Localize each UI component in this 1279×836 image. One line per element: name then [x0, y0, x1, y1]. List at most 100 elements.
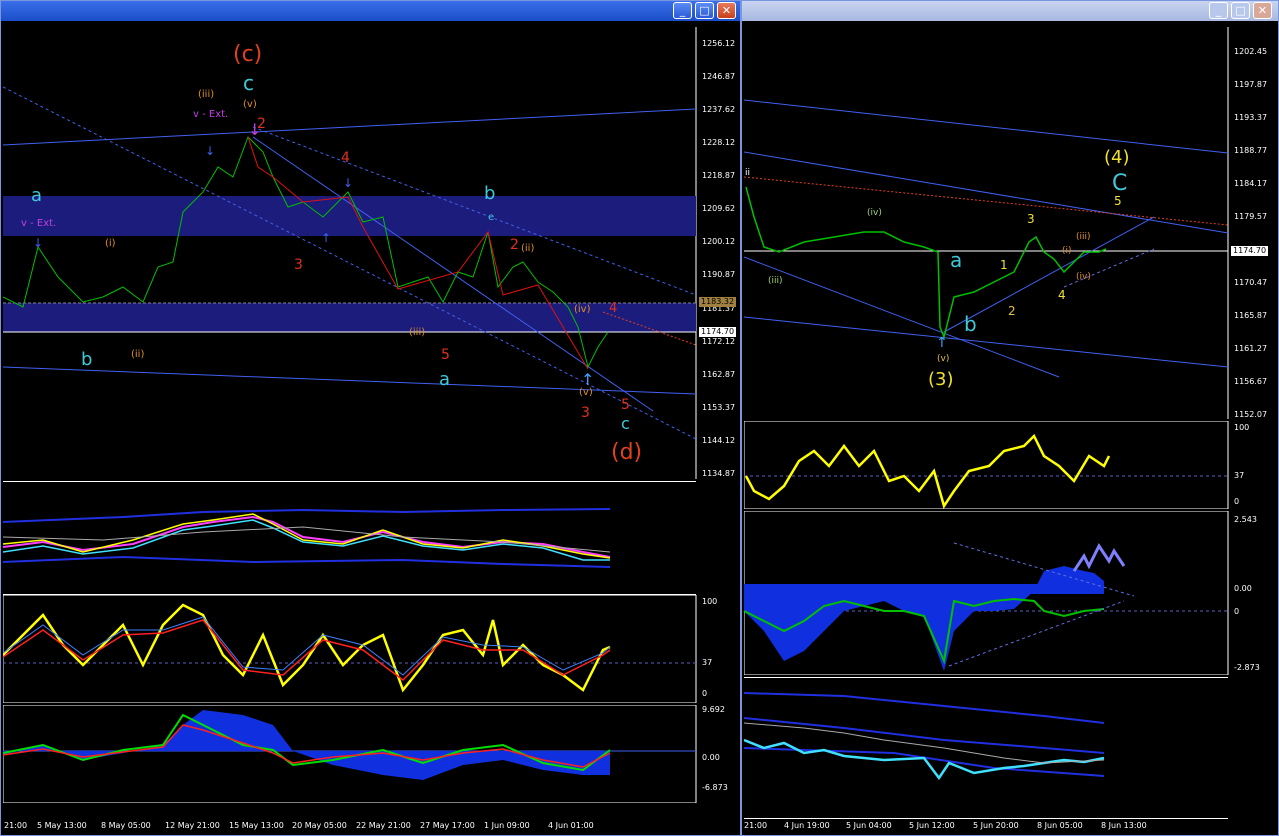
wave-label: (d) [611, 440, 642, 465]
macd-tick: -2.873 [1234, 663, 1260, 672]
wave-label: (iv) [867, 208, 882, 218]
wave-label: a [950, 248, 962, 272]
buy-arrow-icon: ↑ [936, 335, 948, 351]
ma-ribbon-svg [2, 508, 611, 568]
price-tick: 1153.37 [702, 403, 736, 412]
price-tick: 1237.62 [702, 105, 736, 114]
wave-label: 5 [621, 397, 630, 413]
minimize-button[interactable]: _ [1209, 2, 1228, 19]
rsi-tick: 100 [702, 597, 718, 606]
rsi-tick: 0 [702, 689, 708, 698]
time-tick: 15 May 13:00 [229, 821, 284, 830]
wave-label: 5 [1114, 194, 1122, 208]
left-macd-panel[interactable]: 9.692 0.00 -6.873 [2, 704, 739, 804]
left-price-panel[interactable]: ↓ ↑ ↓ ↓ ↑ ↓ (c) c (v) 2 (iii) v - Ext. v… [3, 27, 739, 479]
price-tick: 1179.57 [1234, 212, 1268, 221]
left-rsi-panel[interactable]: 100 37 0 [2, 594, 739, 704]
right-title-bar[interactable]: _ □ ✕ [742, 1, 1278, 21]
time-tick: 5 Jun 04:00 [846, 821, 892, 830]
wave-label: (i) [105, 238, 116, 249]
time-tick: 8 Jun 13:00 [1101, 821, 1147, 830]
left-rsi-svg [2, 594, 697, 704]
wave-label: b [964, 312, 977, 336]
right-ma-panel[interactable] [743, 677, 1228, 819]
left-ma-panel[interactable] [2, 481, 696, 595]
time-tick: 27 May 17:00 [420, 821, 475, 830]
time-tick: 4 Jun 19:00 [784, 821, 830, 830]
maximize-button[interactable]: □ [1231, 2, 1250, 19]
time-tick: 1 Jun 09:00 [484, 821, 530, 830]
close-button[interactable]: ✕ [717, 2, 736, 19]
price-tick: 1184.17 [1234, 179, 1268, 188]
rsi-tick: 100 [1234, 423, 1250, 432]
price-tick: 1172.12 [702, 337, 736, 346]
price-tick: 1200.12 [702, 237, 736, 246]
price-tick: 1246.87 [702, 72, 736, 81]
price-tick: 1152.07 [1234, 410, 1268, 419]
wave-label: v - Ext. [193, 109, 228, 120]
close-button[interactable]: ✕ [1253, 2, 1272, 19]
price-tick: 1209.62 [702, 204, 736, 213]
time-tick: 21:00 [4, 821, 28, 830]
wave-label: (iii) [409, 327, 425, 338]
price-tick: 1144.12 [702, 436, 736, 445]
right-macd-svg [743, 510, 1229, 676]
right-ma-svg [743, 692, 1105, 781]
wave-label: 3 [294, 257, 303, 273]
price-tick: 1165.87 [1234, 311, 1268, 320]
right-rsi-panel[interactable]: 100 37 0 [743, 420, 1278, 510]
price-tick: 1197.87 [1234, 80, 1268, 89]
wave-label: (v) [579, 387, 593, 398]
macd-tick: 2.543 [1234, 515, 1257, 524]
wave-label: (iii) [198, 89, 214, 100]
wave-label: e [488, 212, 494, 223]
price-tick: 1156.67 [1234, 377, 1268, 386]
price-tick: 1202.45 [1234, 47, 1268, 56]
price-tick: 1256.12 [702, 39, 736, 48]
wave-label: ii [745, 168, 750, 178]
time-tick: 5 Jun 12:00 [909, 821, 955, 830]
current-price-marker: 1174.70 [699, 327, 737, 337]
rsi-tick: 0 [1234, 497, 1240, 506]
time-tick: 22 May 21:00 [356, 821, 411, 830]
wave-label: (iii) [768, 276, 783, 286]
resistance-zone [3, 196, 696, 236]
wave-label: (iv) [574, 304, 591, 315]
price-tick: 1170.47 [1234, 278, 1268, 287]
time-tick: 4 Jun 01:00 [548, 821, 594, 830]
wave-label: c [621, 414, 630, 433]
upper-price-marker: 1183.32 [699, 297, 737, 307]
wave-label: (v) [937, 354, 949, 364]
arrow-icon: ↓ [343, 176, 353, 190]
time-tick: 20 May 05:00 [292, 821, 347, 830]
time-tick: 5 May 13:00 [37, 821, 87, 830]
wave-label: 2 [257, 116, 266, 132]
time-tick: 21:00 [744, 821, 768, 830]
wave-label: 4 [1058, 288, 1066, 302]
left-price-svg: ↓ ↑ ↓ ↓ ↑ ↓ (c) c (v) 2 (iii) v - Ext. v… [3, 27, 697, 479]
price-tick: 1218.87 [702, 171, 736, 180]
right-macd-panel[interactable]: 2.543 0.00 0 -2.873 [743, 510, 1278, 676]
support-zone [3, 303, 696, 332]
wave-label: 3 [581, 405, 590, 421]
right-chart-window[interactable]: _ □ ✕ ↑ (4) C 5 3 1 2 4 a b (3) (v) (iv)… [741, 0, 1279, 836]
wave-label: (iv) [1076, 272, 1091, 282]
price-tick: 1193.37 [1234, 113, 1268, 122]
wave-label: 5 [441, 347, 450, 363]
wave-label: (ii) [131, 349, 144, 360]
price-tick: 1162.87 [702, 370, 736, 379]
left-title-bar[interactable]: _ □ ✕ [1, 1, 740, 21]
wave-label: C [1112, 171, 1127, 196]
right-price-panel[interactable]: ↑ (4) C 5 3 1 2 4 a b (3) (v) (iv) (iii)… [743, 27, 1278, 419]
maximize-button[interactable]: □ [695, 2, 714, 19]
wave-label: 3 [1027, 212, 1035, 226]
time-tick: 12 May 21:00 [165, 821, 220, 830]
time-tick: 8 May 05:00 [101, 821, 151, 830]
left-chart-window[interactable]: _ □ ✕ ↓ ↑ ↓ ↓ ↑ ↓ (c) c (v) 2 (iii) v - … [0, 0, 741, 836]
minimize-button[interactable]: _ [673, 2, 692, 19]
wave-label: 1 [1000, 258, 1008, 272]
wave-label: 2 [510, 237, 519, 253]
wave-label: c [243, 71, 254, 95]
macd-tick: -6.873 [702, 783, 728, 792]
right-rsi-svg [743, 420, 1229, 510]
